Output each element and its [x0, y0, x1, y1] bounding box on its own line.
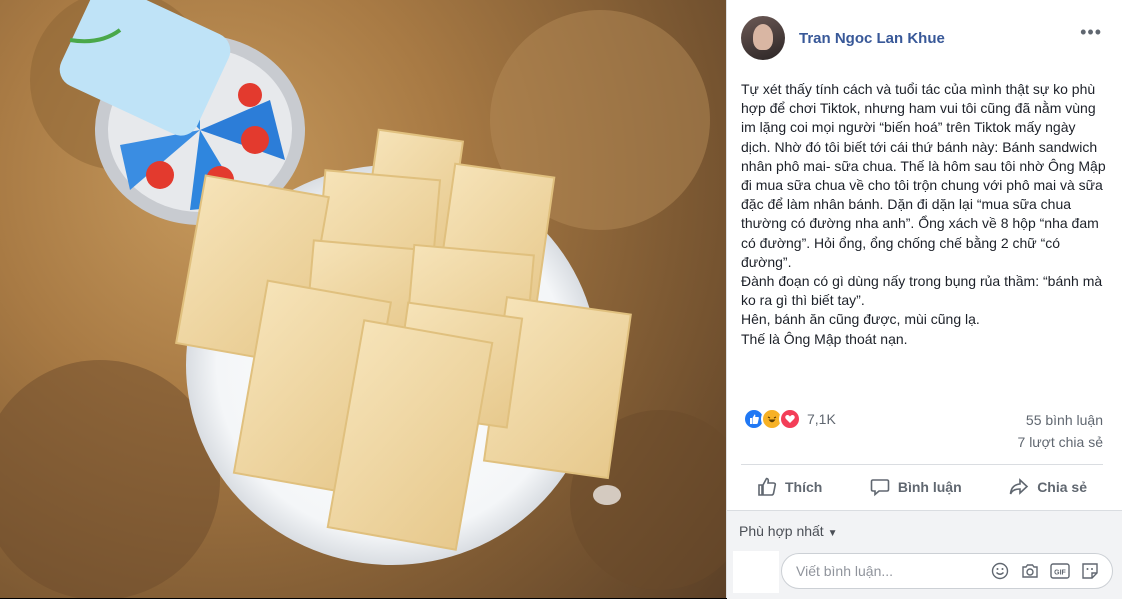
reactions-summary[interactable]: 7,1K [743, 408, 836, 430]
caret-down-icon: ▼ [827, 528, 838, 539]
share-arrow-icon [1009, 478, 1029, 495]
photo-illustration [0, 0, 726, 598]
post-header: Tran Ngoc Lan Khue [741, 16, 945, 60]
comment-bubble-icon [870, 479, 890, 497]
like-button[interactable]: Thích [741, 477, 838, 497]
reactions-count: 7,1K [807, 411, 836, 427]
shares-count[interactable]: 7 lượt chia sẻ [1018, 434, 1103, 450]
sticker-icon[interactable] [1078, 559, 1102, 583]
comment-sort-dropdown[interactable]: Phù hợp nhất ▼ [739, 523, 838, 539]
action-bar: Thích Bình luận Chia sẻ [741, 466, 1103, 508]
like-label: Thích [785, 479, 823, 495]
comments-area: Phù hợp nhất ▼ GIF [727, 510, 1122, 599]
post-photo[interactable] [0, 0, 726, 598]
love-icon [779, 408, 801, 430]
comment-label: Bình luận [897, 479, 962, 495]
post-panel: Tran Ngoc Lan Khue ••• Tự xét thấy tính … [726, 0, 1122, 599]
share-button[interactable]: Chia sẻ [993, 477, 1103, 497]
more-options-icon[interactable]: ••• [1080, 22, 1102, 43]
current-user-avatar [733, 551, 779, 593]
author-name[interactable]: Tran Ngoc Lan Khue [799, 30, 945, 47]
thumbs-up-icon [758, 477, 777, 496]
svg-text:GIF: GIF [1054, 570, 1066, 577]
comment-input-icons: GIF [982, 559, 1102, 583]
comments-count[interactable]: 55 bình luận [1026, 412, 1103, 428]
emoji-icon[interactable] [988, 559, 1012, 583]
author-avatar[interactable] [741, 16, 785, 60]
divider [741, 464, 1103, 465]
sort-label: Phù hợp nhất [739, 523, 824, 539]
camera-icon[interactable] [1018, 559, 1042, 583]
post-stats: 7,1K 55 bình luận 7 lượt chia sẻ [741, 408, 1107, 468]
share-label: Chia sẻ [1037, 479, 1087, 495]
gif-icon[interactable]: GIF [1048, 559, 1072, 583]
comment-button[interactable]: Bình luận [854, 477, 978, 497]
post-text: Tự xét thấy tính cách và tuổi tác của mì… [741, 81, 1106, 347]
comment-input[interactable] [794, 562, 978, 580]
comment-box[interactable]: GIF [781, 553, 1113, 589]
